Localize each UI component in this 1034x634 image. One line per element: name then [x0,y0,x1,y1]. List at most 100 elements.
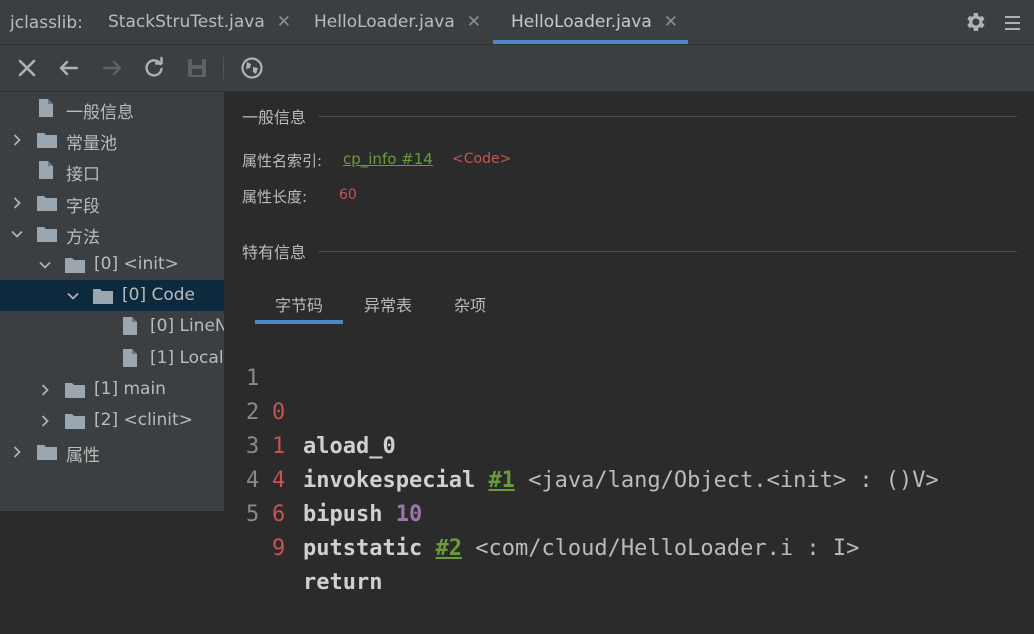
opcode: invokespecial [303,468,476,493]
tree-item-9[interactable]: [1] Local' [0,343,224,374]
tab-stackstrutest[interactable]: StackStruTest.java ✕ [108,0,291,44]
tab-helloloader-1[interactable]: HelloLoader.java ✕ [314,0,481,44]
bytecode-line: 4 6 putstatic #2 <com/cloud/HelloLoader.… [224,430,859,561]
close-icon[interactable]: ✕ [467,12,481,32]
tree-item-5[interactable]: 方法 [0,218,224,249]
general-info-title: 一般信息 [242,108,307,127]
tree-item-4[interactable]: 字段 [0,187,224,218]
chevron-right-icon[interactable] [10,444,24,458]
chevron-right-icon[interactable] [10,195,24,209]
back-icon[interactable] [56,55,82,81]
specific-info-header: 特有信息 [242,239,1017,263]
tab-exception-table[interactable]: 异常表 [364,292,412,316]
folder-icon [64,412,86,435]
chevron-down-icon[interactable] [38,257,52,271]
toolbar [0,45,1034,92]
bytecode-offset: 9 [272,536,286,561]
tree-item-label: 方法 [66,227,100,248]
bytecode-line: 3 4 bipush 10 [224,396,422,527]
bytecode-instruction: putstatic #2 <com/cloud/HelloLoader.i : … [303,532,859,566]
close-icon[interactable]: ✕ [277,12,291,32]
opcode: aload_0 [303,434,396,459]
tree-item-3[interactable]: 接口 [0,155,224,186]
tab-bytecode[interactable]: 字节码 [254,292,344,324]
bytecode-line: 1 0 aload_0 [224,328,396,459]
tree-item-label: 接口 [66,165,100,186]
tree-item-label: [1] main [94,378,166,399]
file-icon [122,348,138,373]
structure-tree: 一般信息常量池接口字段方法 [0] <init> [0] Code [0] LineN… [0,92,224,511]
cp-info-link[interactable]: cp_info #14 [343,150,433,168]
tree-item-label: 一般信息 [66,103,134,123]
tree-item-label: 字段 [66,196,100,217]
attr-name-label: 属性名索引: [242,152,323,170]
folder-icon [64,381,86,404]
chevron-right-icon[interactable] [10,132,24,146]
line-number: 5 [246,502,260,527]
opcode: return [303,570,383,595]
forward-icon [99,55,125,81]
tab-label: HelloLoader.java [511,12,652,32]
tree-item-label: [0] <init> [94,254,179,274]
tree-item-6[interactable]: [0] <init> [0,249,224,280]
close-icon[interactable] [14,55,40,81]
bytecode-instruction: invokespecial #1 <java/lang/Object.<init… [303,464,939,498]
web-icon[interactable] [239,55,265,81]
menu-icon[interactable] [1005,10,1021,36]
tree-item-1[interactable]: 一般信息 [0,93,224,124]
folder-icon [92,287,114,310]
chevron-right-icon[interactable] [38,413,52,427]
attribute-panel: 一般信息 属性名索引: cp_info #14 <Code> 属性长度: 60 … [224,92,1034,595]
immediate-value: 10 [395,502,423,527]
tab-misc[interactable]: 杂项 [454,292,486,316]
divider [318,250,1017,252]
folder-icon [64,256,86,279]
attr-length-value: 60 [339,187,357,203]
bytecode-line: 2 1 invokespecial #1 <java/lang/Object.<… [224,362,939,493]
tree-item-label: [1] Local' [150,347,224,368]
chevron-down-icon[interactable] [66,288,80,302]
tree-item-label: 属性 [66,446,100,467]
cp-ref-link[interactable]: #2 [435,536,462,561]
bytecode-line: 5 9 return [224,464,382,595]
tree-item-12[interactable]: 属性 [0,436,224,467]
tab-label: StackStruTest.java [108,12,265,32]
tree-item-7[interactable]: [0] Code [0,280,224,312]
app-title: jclasslib: [10,13,83,33]
editor-tab-bar: jclasslib: StackStruTest.java ✕ HelloLoa… [0,0,1034,45]
gear-icon[interactable] [962,10,988,36]
cp-ref-text: <com/cloud/HelloLoader.i : I> [475,536,860,561]
attr-name-ref: <Code> [452,151,512,167]
chevron-right-icon[interactable] [38,382,52,396]
opcode: bipush [303,502,383,527]
tree-item-8[interactable]: [0] LineN [0,311,224,342]
tree-item-label: 常量池 [66,134,117,155]
attr-length-label: 属性长度: [242,188,308,206]
tree-item-11[interactable]: [2] <clinit> [0,405,224,436]
cp-ref-text: <java/lang/Object.<init> : ()V> [528,468,939,493]
tree-item-label: [0] Code [122,285,196,306]
bytecode-instruction: bipush 10 [303,498,422,532]
save-icon [184,55,210,81]
folder-icon [36,443,58,466]
specific-info-title: 特有信息 [242,243,307,262]
tree-item-2[interactable]: 常量池 [0,124,224,155]
tree-item-10[interactable]: [1] main [0,374,224,405]
file-icon [38,160,54,185]
tree-item-label: [2] <clinit> [94,410,193,430]
general-info-header: 一般信息 [242,104,1017,128]
folder-icon [36,225,58,248]
tab-label: HelloLoader.java [314,12,455,32]
file-icon [122,316,138,341]
divider [318,115,1017,117]
tree-item-label: [0] LineN [150,316,224,337]
tab-helloloader-2[interactable]: HelloLoader.java ✕ [493,0,688,44]
refresh-icon[interactable] [141,55,167,81]
file-icon [38,98,54,123]
close-icon[interactable]: ✕ [664,12,678,32]
toolbar-separator [223,57,224,79]
folder-icon [36,131,58,154]
chevron-down-icon[interactable] [10,226,24,240]
cp-ref-link[interactable]: #1 [488,468,515,493]
opcode: putstatic [303,536,423,561]
